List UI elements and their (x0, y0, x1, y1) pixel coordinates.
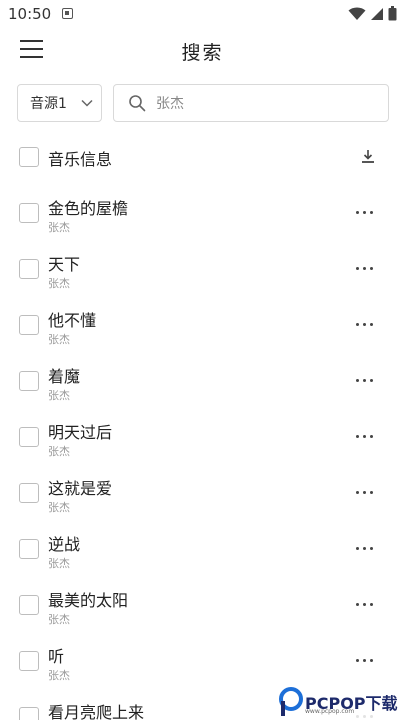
song-title: 这就是爱 (48, 479, 113, 498)
list-header: 音乐信息 (0, 138, 405, 176)
song-row[interactable]: 最美的太阳 张杰 (0, 577, 405, 633)
app-header: 搜索 (0, 28, 405, 72)
more-options-icon[interactable] (356, 487, 378, 497)
song-artist: 张杰 (48, 669, 70, 682)
more-options-icon[interactable] (356, 263, 378, 273)
song-title: 逆战 (48, 535, 81, 554)
song-checkbox[interactable] (19, 427, 39, 447)
select-all-checkbox[interactable] (19, 147, 39, 167)
song-artist: 张杰 (48, 501, 70, 514)
song-checkbox[interactable] (19, 707, 39, 720)
song-row[interactable]: 这就是爱 张杰 (0, 465, 405, 521)
song-title: 天下 (48, 255, 81, 274)
more-options-icon[interactable] (356, 431, 378, 441)
more-options-icon[interactable] (356, 207, 378, 217)
status-time: 10:50 (8, 5, 52, 23)
song-checkbox[interactable] (19, 651, 39, 671)
search-box[interactable] (113, 84, 389, 122)
song-row[interactable]: 他不懂 张杰 (0, 297, 405, 353)
song-artist: 张杰 (48, 333, 70, 346)
watermark-subtext: www.pcpop.com (305, 708, 355, 715)
song-row[interactable]: 逆战 张杰 (0, 521, 405, 577)
song-checkbox[interactable] (19, 259, 39, 279)
song-artist: 张杰 (48, 389, 70, 402)
list-header-label: 音乐信息 (48, 150, 113, 169)
song-row[interactable]: 天下 张杰 (0, 241, 405, 297)
song-artist: 张杰 (48, 445, 70, 458)
song-title: 看月亮爬上来 (48, 703, 145, 720)
song-title: 最美的太阳 (48, 591, 129, 610)
more-options-icon[interactable] (356, 655, 378, 665)
song-checkbox[interactable] (19, 539, 39, 559)
source-select[interactable]: 音源1 (17, 84, 102, 122)
song-checkbox[interactable] (19, 371, 39, 391)
song-title: 着魔 (48, 367, 81, 386)
android-notification-icon (62, 8, 73, 19)
more-options-icon[interactable] (356, 543, 378, 553)
status-bar: 10:50 (0, 0, 405, 28)
page-title: 搜索 (181, 42, 224, 64)
more-options-icon[interactable] (356, 599, 378, 609)
song-row[interactable]: 金色的屋檐 张杰 (0, 185, 405, 241)
song-row[interactable]: 听 张杰 (0, 633, 405, 689)
cellular-signal-icon (371, 7, 383, 20)
song-title: 听 (48, 647, 65, 666)
song-artist: 张杰 (48, 613, 70, 626)
battery-icon (388, 6, 397, 21)
chevron-down-icon (81, 99, 93, 107)
song-checkbox[interactable] (19, 595, 39, 615)
song-artist: 张杰 (48, 557, 70, 570)
song-row[interactable]: 明天过后 张杰 (0, 409, 405, 465)
source-select-value: 音源1 (30, 96, 67, 112)
song-checkbox[interactable] (19, 203, 39, 223)
song-title: 明天过后 (48, 423, 113, 442)
song-title: 他不懂 (48, 311, 97, 330)
wifi-icon (348, 7, 366, 20)
song-title: 金色的屋檐 (48, 199, 129, 218)
song-artist: 张杰 (48, 221, 70, 234)
pcpop-logo-icon (279, 687, 303, 716)
song-artist: 张杰 (48, 277, 70, 290)
download-icon[interactable] (358, 147, 378, 167)
more-options-icon[interactable] (356, 319, 378, 329)
song-row[interactable]: 着魔 张杰 (0, 353, 405, 409)
status-icons (348, 6, 397, 21)
search-input[interactable] (156, 95, 376, 111)
search-icon (129, 95, 146, 112)
song-checkbox[interactable] (19, 483, 39, 503)
more-options-icon[interactable] (356, 375, 378, 385)
song-checkbox[interactable] (19, 315, 39, 335)
watermark: PCPOP下载 www.pcpop.com (275, 684, 405, 720)
